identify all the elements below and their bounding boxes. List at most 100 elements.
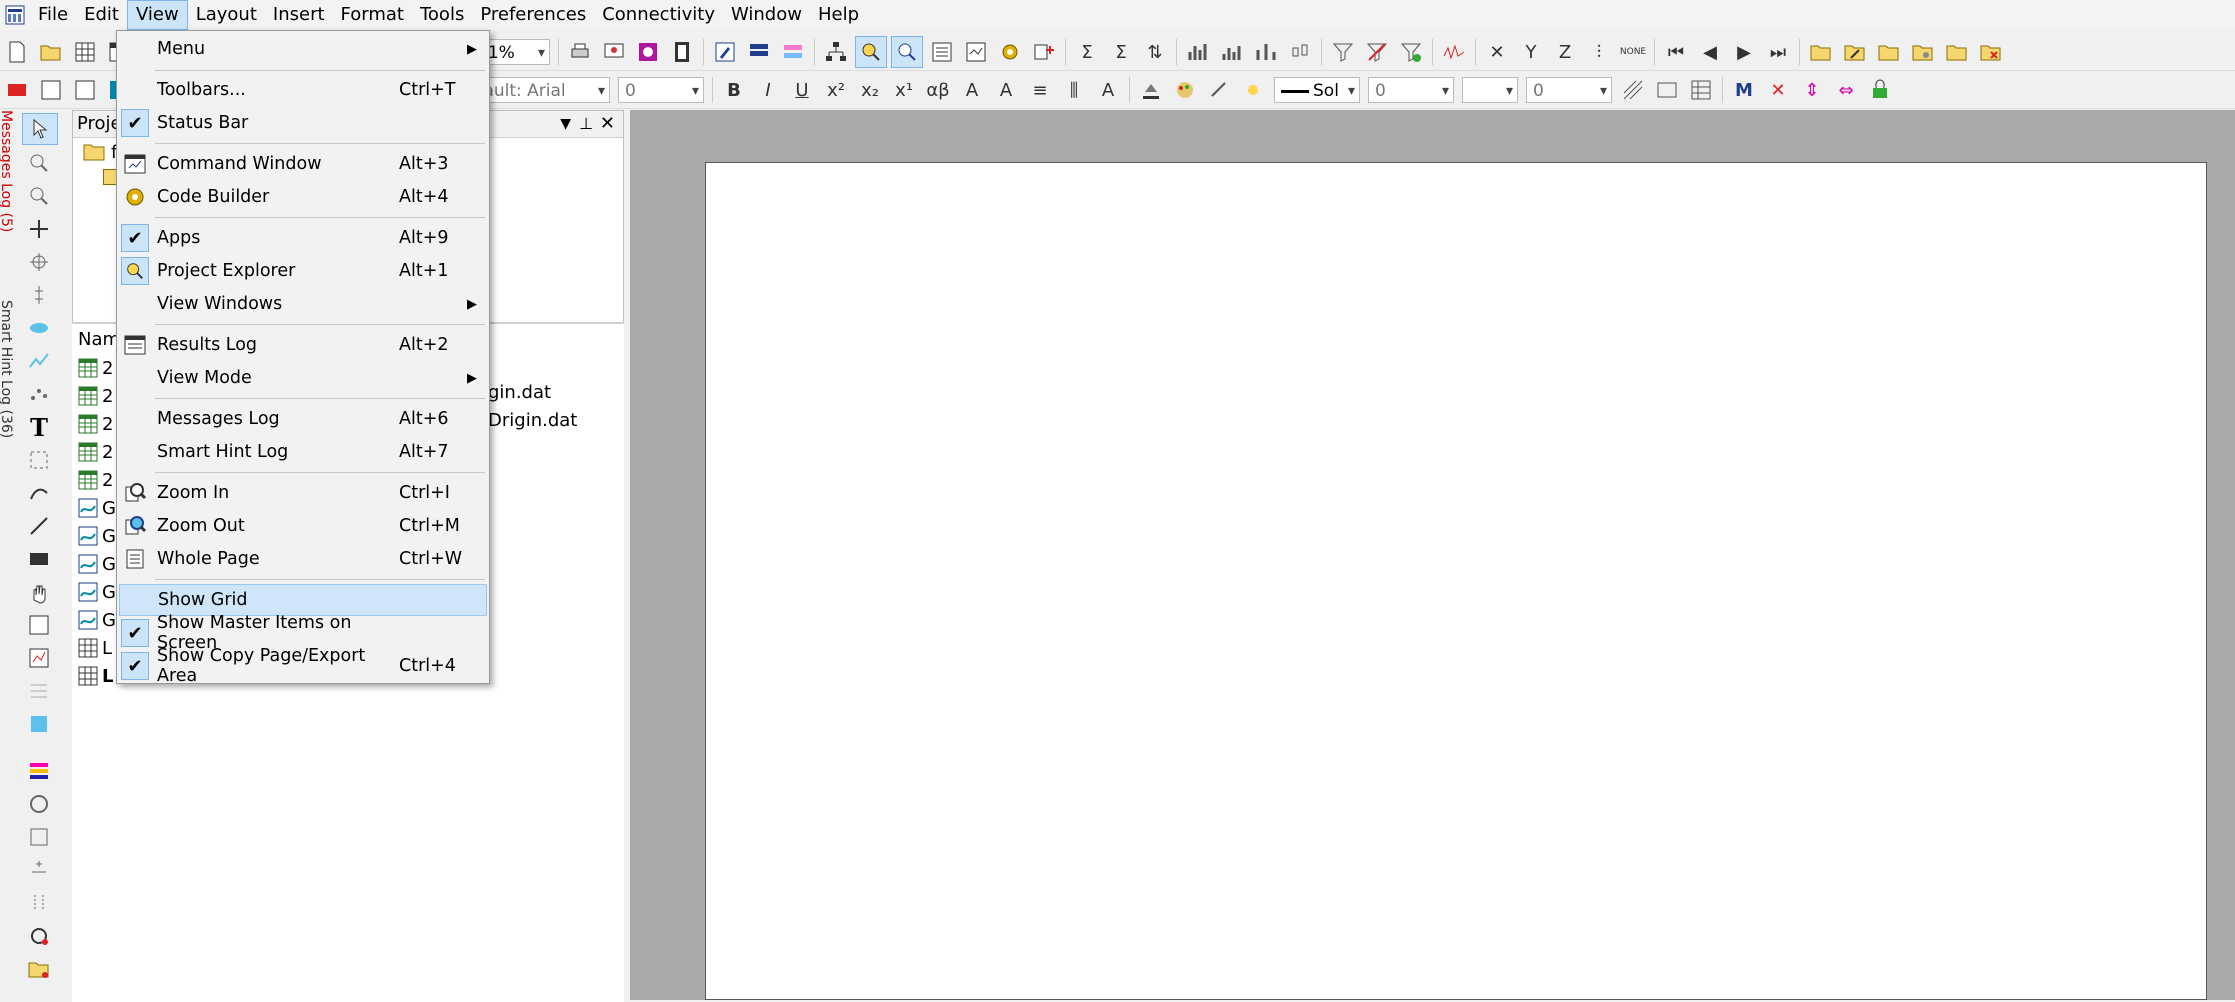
layout-page[interactable] [705, 162, 2207, 1000]
pattern-icon[interactable] [1618, 75, 1648, 105]
menu-item-show-master-items[interactable]: ✔ Show Master Items on Screen [119, 613, 487, 653]
subscript-icon[interactable]: x₂ [855, 75, 885, 105]
unmask-icon[interactable]: ✕ [1763, 75, 1793, 105]
reader-tool-icon[interactable] [22, 247, 56, 277]
folder-add-icon[interactable] [1806, 37, 1836, 67]
menu-file[interactable]: File [30, 0, 76, 30]
italic-icon[interactable]: I [753, 75, 783, 105]
first-icon[interactable]: ⏮ [1661, 37, 1691, 67]
fill-value-combo[interactable]: 0 [1526, 77, 1612, 104]
smart-hint-log-tab[interactable]: Smart Hint Log (36) [0, 300, 14, 480]
panel-menu-icon[interactable]: ▼ [560, 111, 571, 137]
project-explorer-toggle-icon[interactable] [855, 36, 887, 68]
menu-item-smart-hint-log[interactable]: Smart Hint Log Alt+7 [119, 436, 487, 468]
line-color-icon[interactable] [1204, 75, 1234, 105]
folder-delete-icon[interactable] [1976, 37, 2006, 67]
command-window-icon[interactable] [961, 37, 991, 67]
menu-item-zoom-in[interactable]: Zoom In Ctrl+I [119, 477, 487, 509]
underline-icon[interactable]: U [787, 75, 817, 105]
menu-item-status-bar[interactable]: ✔ Status Bar [119, 107, 487, 139]
error-bar-icon[interactable]: ⫶ [1584, 37, 1614, 67]
open-icon[interactable] [36, 37, 66, 67]
last-icon[interactable]: ⏭ [1763, 37, 1793, 67]
color-swatch-icon[interactable] [22, 709, 56, 739]
text-tool-icon[interactable]: T [22, 412, 56, 442]
line-tool-icon[interactable] [22, 511, 56, 541]
sort-icon[interactable]: ⇅ [1140, 37, 1170, 67]
color-palette-icon[interactable] [1170, 75, 1200, 105]
increase-font-icon[interactable]: A [957, 75, 987, 105]
menu-connectivity[interactable]: Connectivity [594, 0, 723, 30]
add-icon[interactable] [1029, 37, 1059, 67]
hide-mask-icon[interactable]: ⇔ [1831, 75, 1861, 105]
light-icon[interactable] [1238, 75, 1268, 105]
folder-edit-icon[interactable] [1840, 37, 1870, 67]
batch-icon[interactable] [36, 75, 66, 105]
template-tool-icon[interactable] [22, 822, 56, 852]
menu-help[interactable]: Help [810, 0, 867, 30]
pointer-tool-icon[interactable] [22, 113, 58, 145]
prev-icon[interactable]: ◀ [1695, 37, 1725, 67]
remove-filter-icon[interactable] [1362, 37, 1392, 67]
menu-item-project-explorer[interactable]: Project Explorer Alt+1 [119, 255, 487, 287]
mask-tool-icon[interactable] [22, 313, 56, 343]
code-builder-icon[interactable] [995, 37, 1025, 67]
crosshair-tool-icon[interactable] [22, 214, 56, 244]
menu-item-whole-page[interactable]: Whole Page Ctrl+W [119, 543, 487, 575]
clock-tool-icon[interactable] [22, 921, 56, 951]
align-icon[interactable]: ≡ [1025, 75, 1055, 105]
column-chart-icon[interactable] [1183, 37, 1213, 67]
none-icon[interactable]: NONE [1618, 37, 1648, 67]
worksheet-icon[interactable] [70, 37, 100, 67]
menu-item-code-builder[interactable]: Code Builder Alt+4 [119, 181, 487, 213]
table-icon[interactable] [1686, 75, 1716, 105]
font-color-icon[interactable]: A [1093, 75, 1123, 105]
menu-item-view-windows[interactable]: View Windows ▶ [119, 288, 487, 320]
graph-object-icon[interactable] [22, 643, 56, 673]
fill-color-icon[interactable] [1136, 75, 1166, 105]
equation-tool-icon[interactable] [22, 610, 56, 640]
dotted-tool-icon[interactable] [22, 888, 56, 918]
folder-settings-icon[interactable] [1908, 37, 1938, 67]
star-tool-icon[interactable] [22, 855, 56, 885]
layer-icon[interactable] [744, 37, 774, 67]
decrease-font-icon[interactable]: A [991, 75, 1021, 105]
supersubscript-icon[interactable]: x¹ [889, 75, 919, 105]
set-z-icon[interactable]: Z [1550, 37, 1580, 67]
menu-item-toolbars[interactable]: Toolbars... Ctrl+T [119, 74, 487, 106]
folder-open-icon[interactable] [1874, 37, 1904, 67]
rectangle-tool-icon[interactable] [22, 544, 56, 574]
box-chart-icon[interactable] [1285, 37, 1315, 67]
greek-icon[interactable]: αβ [923, 75, 953, 105]
pattern-combo[interactable] [1462, 77, 1518, 104]
reapply-filter-icon[interactable] [1396, 37, 1426, 67]
data-selector-icon[interactable] [22, 280, 56, 310]
statistics-icon[interactable]: Σ [1106, 37, 1136, 67]
stat-chart-icon[interactable] [1251, 37, 1281, 67]
print-icon[interactable] [565, 37, 595, 67]
pin-icon[interactable]: ⊥ [579, 111, 593, 137]
menu-item-menu[interactable]: Menu ▶ [119, 33, 487, 65]
slideshow-icon[interactable] [599, 37, 629, 67]
filter-icon[interactable] [1328, 37, 1358, 67]
batch-plot-icon[interactable] [2, 75, 32, 105]
peak-icon[interactable] [1439, 37, 1469, 67]
draw-data-icon[interactable] [22, 346, 56, 376]
column-format-icon[interactable]: ⫼ [1059, 75, 1089, 105]
zoom-out-tool-icon[interactable] [22, 181, 56, 211]
menu-item-messages-log[interactable]: Messages Log Alt+6 [119, 403, 487, 435]
new-icon[interactable] [2, 37, 32, 67]
menu-item-view-mode[interactable]: View Mode ▶ [119, 362, 487, 394]
arrow-tool-icon[interactable] [22, 478, 56, 508]
menu-window[interactable]: Window [723, 0, 810, 30]
hierarchy-icon[interactable] [821, 37, 851, 67]
close-icon[interactable]: ✕ [600, 111, 615, 137]
menu-preferences[interactable]: Preferences [472, 0, 594, 30]
swap-mask-icon[interactable]: ⇕ [1797, 75, 1827, 105]
menu-view[interactable]: View [126, 0, 188, 30]
lock-icon[interactable] [1865, 75, 1895, 105]
region-tool-icon[interactable] [22, 445, 56, 475]
scatter-tool-icon[interactable] [22, 379, 56, 409]
circle-tool-icon[interactable] [22, 789, 56, 819]
folder-append-icon[interactable] [1942, 37, 1972, 67]
